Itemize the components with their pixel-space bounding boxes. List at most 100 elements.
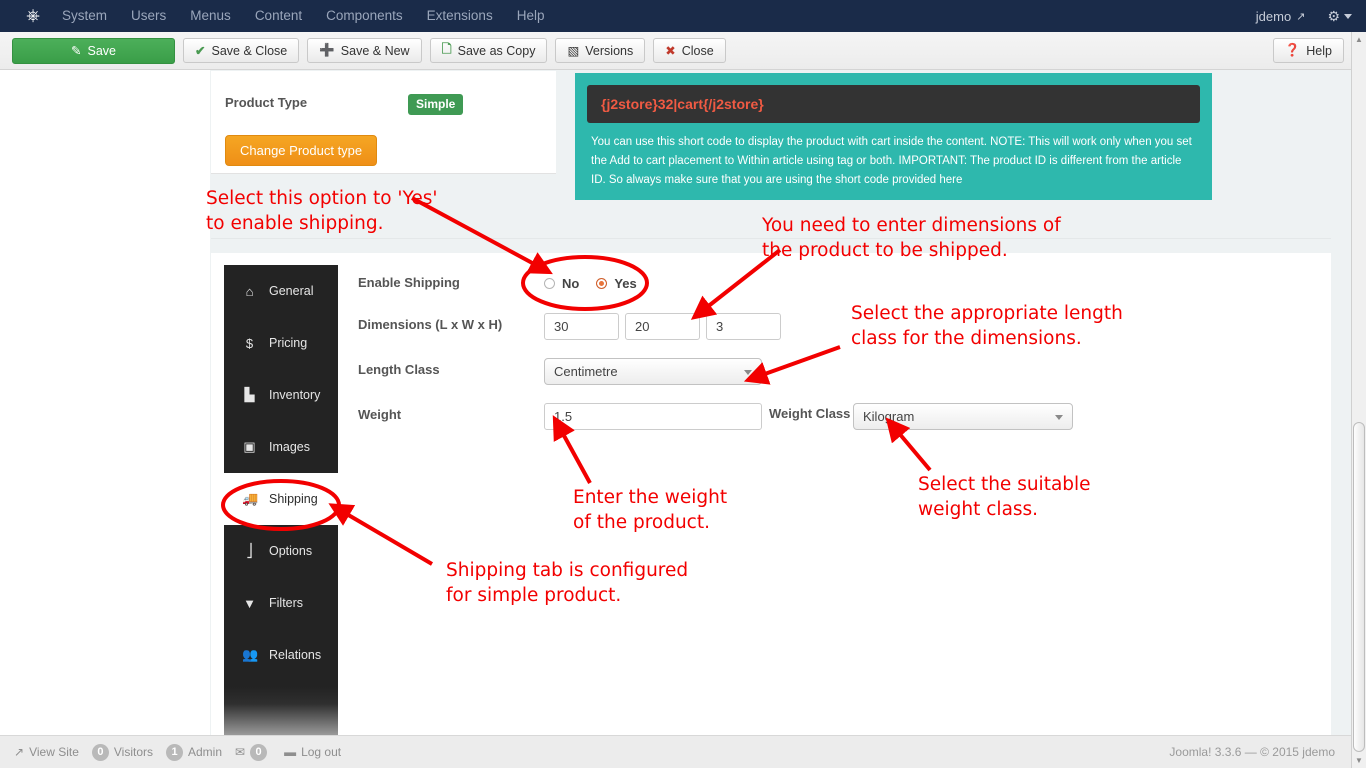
nav-item-help[interactable]: Help <box>505 0 557 32</box>
save-as-copy-button[interactable]: 🗋 Save as Copy <box>429 38 548 63</box>
enable-shipping-row: Enable Shipping No Yes <box>358 265 1318 307</box>
scroll-up-arrow-icon[interactable]: ▲ <box>1352 32 1366 47</box>
admin-status[interactable]: 1 Admin <box>166 743 222 761</box>
copy-icon: 🗋 <box>441 42 452 56</box>
sidebar-item-label: Images <box>269 440 310 454</box>
save-and-close-button[interactable]: ✔ Save & Close <box>183 38 300 63</box>
weight-class-label: Weight Class <box>769 406 851 421</box>
save-button[interactable]: ✎ Save <box>12 37 175 64</box>
annotation-enable-shipping-text: Select this option to 'Yes' to enable sh… <box>206 188 438 234</box>
enable-shipping-radio-group: No Yes <box>544 276 637 291</box>
sidebar-item-general[interactable]: ⌂ General <box>224 265 338 317</box>
question-circle-icon: ❓ <box>1284 43 1301 57</box>
dimension-height-input[interactable] <box>706 313 781 340</box>
archive-icon: ▧ <box>567 44 580 58</box>
shortcode-description: You can use this short code to display t… <box>591 136 1192 186</box>
radio-no[interactable] <box>544 278 555 289</box>
view-site-label: View Site <box>29 745 79 759</box>
annotation-shipping-tab-text: Shipping tab is configured for simple pr… <box>446 560 689 606</box>
shortcode-panel: {j2store}32|cart{/j2store} You can use t… <box>575 73 1212 200</box>
messages-status[interactable]: ✉ 0 <box>235 743 268 761</box>
sidebar-item-relations[interactable]: 👥 Relations <box>224 629 338 681</box>
plus-icon: ➕ <box>319 43 335 57</box>
view-site-link[interactable]: ↗ View Site <box>14 745 79 759</box>
nav-item-system[interactable]: System <box>50 0 119 32</box>
visitors-label: Visitors <box>113 745 153 759</box>
user-menu[interactable]: jdemo ↗ <box>1256 9 1306 24</box>
nav-item-extensions[interactable]: Extensions <box>415 0 505 32</box>
user-name-label: jdemo <box>1255 8 1292 24</box>
nav-item-users[interactable]: Users <box>119 0 178 32</box>
chevron-down-icon <box>744 370 752 375</box>
weight-input[interactable] <box>544 403 762 430</box>
page-scrollbar[interactable]: ▲ ▼ <box>1351 32 1366 768</box>
scroll-down-arrow-icon[interactable]: ▼ <box>1352 753 1366 768</box>
sidebar-item-apps[interactable]: 👥 Apps <box>224 681 338 733</box>
visitors-status[interactable]: 0 Visitors <box>91 743 153 761</box>
change-product-type-button[interactable]: Change Product type <box>225 135 378 166</box>
dimension-length-input[interactable] <box>544 313 619 340</box>
sidebar-item-shipping[interactable]: 🚚 Shipping <box>224 473 338 525</box>
sidebar-item-label: Apps <box>269 700 298 714</box>
shipping-form: Enable Shipping No Yes Dimensions (L x W… <box>358 265 1318 442</box>
nav-item-content[interactable]: Content <box>243 0 314 32</box>
length-class-label: Length Class <box>358 362 440 377</box>
radio-yes[interactable] <box>596 278 608 289</box>
save-and-new-button[interactable]: ➕ Save & New <box>307 38 422 63</box>
save-and-new-label: Save & New <box>340 43 410 58</box>
product-tabs-sidebar: ⌂ General $ Pricing ▙ Inventory ▣ Images… <box>224 265 338 733</box>
top-navigation-bar: ⎈ System Users Menus Content Components … <box>0 0 1366 32</box>
weight-class-select[interactable]: Kilogram <box>853 403 1073 430</box>
dimensions-label: Dimensions (L x W x H) <box>358 317 503 332</box>
length-class-select[interactable]: Centimetre <box>544 358 762 385</box>
minus-icon: ▬ <box>284 745 297 759</box>
dimension-width-input[interactable] <box>625 313 700 340</box>
product-type-badge: Simple <box>408 94 464 115</box>
admin-count-badge: 1 <box>166 743 183 761</box>
sidebar-item-label: Relations <box>269 648 322 662</box>
home-icon: ⌂ <box>245 283 254 299</box>
chevron-down-icon <box>1055 415 1063 420</box>
external-link-icon: ↗ <box>1296 10 1306 23</box>
weight-label: Weight <box>358 407 402 422</box>
nav-item-components[interactable]: Components <box>314 0 415 32</box>
scrollbar-thumb[interactable] <box>1353 422 1365 752</box>
close-button[interactable]: ✖ Close <box>653 38 726 63</box>
logout-link[interactable]: ▬ Log out <box>284 745 341 759</box>
bar-chart-icon: ▙ <box>244 387 255 402</box>
save-as-copy-label: Save as Copy <box>457 43 536 58</box>
sidebar-item-label: Shipping <box>269 492 318 506</box>
app-root: ⎈ System Users Menus Content Components … <box>0 0 1366 768</box>
sitemap-icon: ⎦ <box>246 543 253 558</box>
image-icon: ▣ <box>243 439 256 454</box>
weight-class-value: Kilogram <box>863 409 915 424</box>
annotation-weight-text: Enter the weight of the product. <box>573 487 728 533</box>
dimensions-row: Dimensions (L x W x H) <box>358 307 1318 352</box>
top-navigation-right: jdemo ↗ ⚙ <box>1256 0 1366 32</box>
copyright-text: Joomla! 3.3.6 — © 2015 jdemo <box>1169 745 1335 759</box>
radio-yes-label: Yes <box>614 276 637 291</box>
sidebar-item-images[interactable]: ▣ Images <box>224 421 338 473</box>
joomla-logo-icon[interactable]: ⎈ <box>16 7 50 25</box>
sidebar-item-label: Inventory <box>269 388 321 402</box>
truck-icon: 🚚 <box>242 491 259 506</box>
radio-no-label: No <box>562 276 580 291</box>
sidebar-item-inventory[interactable]: ▙ Inventory <box>224 369 338 421</box>
product-type-label: Product Type <box>225 95 308 110</box>
save-and-close-label: Save & Close <box>211 43 288 58</box>
enable-shipping-label: Enable Shipping <box>358 275 460 290</box>
sidebar-item-pricing[interactable]: $ Pricing <box>224 317 338 369</box>
settings-menu[interactable]: ⚙ <box>1327 8 1352 25</box>
versions-button[interactable]: ▧ Versions <box>555 38 646 63</box>
dollar-icon: $ <box>245 335 254 351</box>
sidebar-item-options[interactable]: ⎦ Options <box>224 525 338 577</box>
status-bar: ↗ View Site 0 Visitors 1 Admin ✉ 0 ▬ Log… <box>0 735 1353 768</box>
help-button[interactable]: ❓ Help <box>1272 38 1344 63</box>
close-circle-icon: ✖ <box>665 44 676 58</box>
users-icon: 👥 <box>242 699 259 714</box>
nav-item-menus[interactable]: Menus <box>178 0 243 32</box>
annotation-weight-class-text: Select the suitable weight class. <box>918 474 1091 520</box>
envelope-icon: ✉ <box>235 745 246 759</box>
sidebar-item-label: General <box>269 284 314 298</box>
sidebar-item-filters[interactable]: ▼ Filters <box>224 577 338 629</box>
